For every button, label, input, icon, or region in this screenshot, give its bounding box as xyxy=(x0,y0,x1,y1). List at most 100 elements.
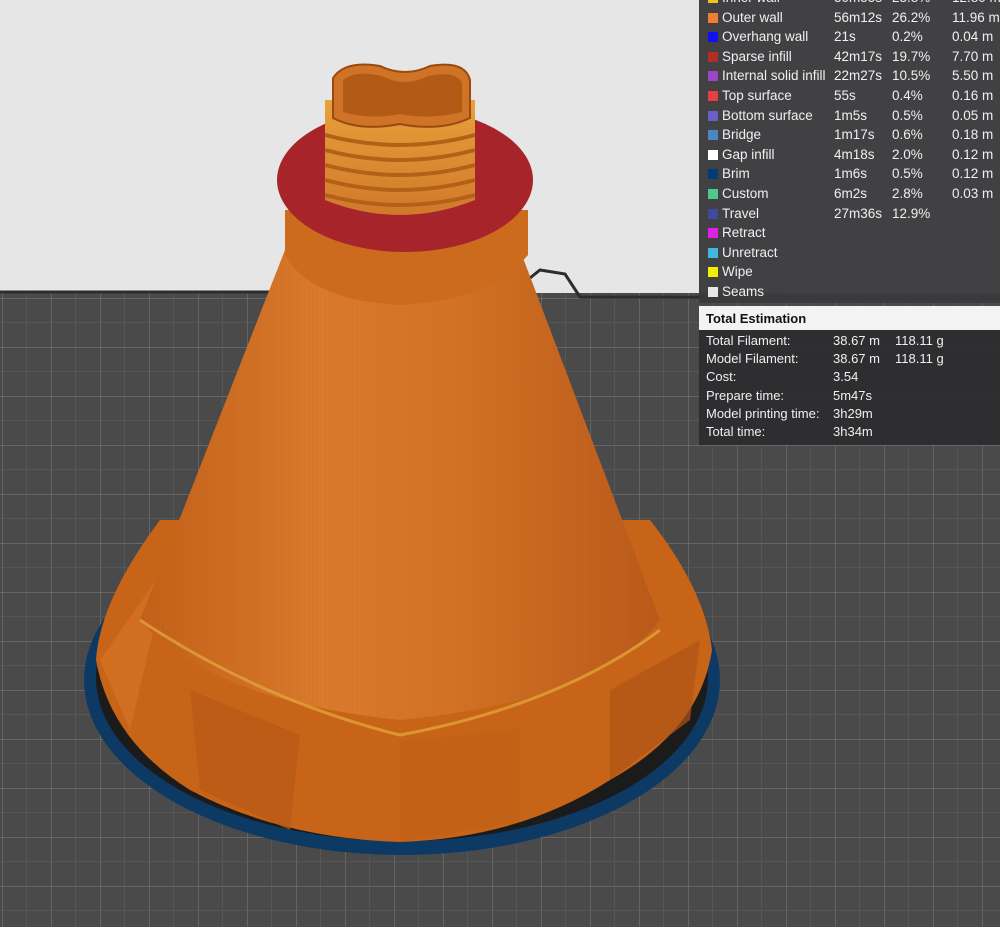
legend-percent: 2.8% xyxy=(892,186,923,201)
legend-time: 21s xyxy=(834,29,856,45)
legend-row[interactable]: Bottom surface 1m5s 0.5% 0.05 m xyxy=(699,106,1000,126)
legend-time: 42m17s xyxy=(834,48,883,64)
legend-length: 0.04 m xyxy=(952,29,994,45)
legend-swatch xyxy=(708,110,718,121)
legend-percent: 0.4% xyxy=(892,88,923,103)
estimate-label: Total time: xyxy=(706,424,766,439)
legend-row[interactable]: Sparse infill 42m17s 19.7% 7.70 m xyxy=(699,47,1000,67)
legend-name: Retract xyxy=(722,225,766,241)
estimate-value: 5m47s xyxy=(833,387,873,403)
base-facet xyxy=(400,728,520,842)
legend-row[interactable]: Travel 27m36s 12.9% xyxy=(699,204,1000,224)
legend-name: Inner wall xyxy=(722,0,780,8)
legend-swatch xyxy=(708,267,718,278)
legend-swatch xyxy=(708,12,718,23)
legend-swatch xyxy=(708,91,718,101)
legend-percent: 0.2% xyxy=(892,29,923,45)
legend-name: Travel xyxy=(722,205,760,221)
estimate-value-secondary: 118.11 g xyxy=(895,333,944,348)
legend-name: Unretract xyxy=(722,244,778,260)
legend-row[interactable]: Bridge 1m17s 0.6% 0.18 m xyxy=(699,125,1000,145)
estimate-label: Prepare time: xyxy=(706,387,785,403)
legend-name: Outer wall xyxy=(722,9,783,25)
legend-row[interactable]: Brim 1m6s 0.5% 0.12 m xyxy=(699,164,1000,184)
estimate-row: Total time: 3h34m xyxy=(699,423,1000,441)
total-estimation-panel: Total Estimation Total Filament: 38.67 m 1… xyxy=(699,306,1000,445)
estimate-value-secondary: 118.11 g xyxy=(895,351,944,367)
legend-swatch xyxy=(708,71,718,82)
legend-name: Sparse infill xyxy=(722,48,792,64)
estimate-row: Prepare time: 5m47s xyxy=(699,387,1000,405)
legend-time: 4m18s xyxy=(834,146,875,162)
legend-percent: 12.9% xyxy=(892,205,931,221)
legend-percent: 0.5% xyxy=(892,166,923,182)
legend-swatch xyxy=(708,228,718,239)
estimate-value: 3.54 xyxy=(833,369,859,385)
line-type-legend: Inner wall 50m55s 23.8% 12.80 m Outer wall 56… xyxy=(699,0,1000,303)
legend-length: 0.12 m xyxy=(952,146,994,162)
legend-swatch xyxy=(708,169,718,180)
legend-length: 11.96 m xyxy=(952,9,1000,25)
legend-row[interactable]: Outer wall 56m12s 26.2% 11.96 m xyxy=(699,8,1000,28)
legend-row[interactable]: Custom 6m2s 2.8% 0.03 m xyxy=(699,184,1000,204)
legend-time: 1m6s xyxy=(834,166,868,182)
legend-swatch xyxy=(708,0,718,3)
estimate-row: Total Filament: 38.67 m 118.11 g xyxy=(699,332,1000,350)
legend-row[interactable]: Gap infill 4m18s 2.0% 0.12 m xyxy=(699,145,1000,165)
estimate-value: 38.67 m xyxy=(833,351,880,367)
legend-row[interactable]: Wipe xyxy=(699,262,1000,282)
legend-swatch xyxy=(708,149,718,160)
estimation-title: Total Estimation xyxy=(699,306,1000,330)
legend-percent: 19.7% xyxy=(892,48,931,64)
legend-row[interactable]: Internal solid infill 22m27s 10.5% 5.50 m xyxy=(699,66,1000,86)
legend-row[interactable]: Inner wall 50m55s 23.8% 12.80 m xyxy=(699,0,1000,8)
legend-percent: 0.6% xyxy=(892,127,923,143)
estimate-value: 38.67 m xyxy=(833,333,880,348)
legend-length: 0.18 m xyxy=(952,127,994,143)
legend-percent: 10.5% xyxy=(892,68,931,84)
legend-percent: 0.5% xyxy=(892,107,923,123)
estimate-label: Total Filament: xyxy=(706,333,791,348)
legend-percent: 26.2% xyxy=(892,9,931,25)
legend-percent: 23.8% xyxy=(892,0,930,8)
legend-name: Top surface xyxy=(722,88,792,103)
legend-length: 5.50 m xyxy=(952,68,994,84)
legend-name: Internal solid infill xyxy=(722,68,826,84)
legend-name: Wipe xyxy=(722,264,753,280)
legend-row[interactable]: Unretract xyxy=(699,243,1000,263)
legend-swatch xyxy=(708,189,718,199)
estimate-value: 3h29m xyxy=(833,405,873,421)
legend-swatch xyxy=(708,130,718,141)
estimate-row: Cost: 3.54 xyxy=(699,368,1000,386)
legend-swatch xyxy=(708,32,718,43)
legend-swatch xyxy=(708,51,718,62)
legend-length: 12.80 m xyxy=(952,0,1000,8)
legend-swatch xyxy=(708,287,718,297)
legend-length: 0.05 m xyxy=(952,107,994,123)
legend-row[interactable]: Seams xyxy=(699,282,1000,302)
estimate-label: Cost: xyxy=(706,369,737,385)
legend-time: 50m55s xyxy=(834,0,882,8)
legend-time: 55s xyxy=(834,88,856,103)
legend-row[interactable]: Top surface 55s 0.4% 0.16 m xyxy=(699,86,1000,106)
legend-swatch xyxy=(708,247,718,258)
legend-name: Brim xyxy=(722,166,750,182)
legend-time: 22m27s xyxy=(834,68,883,84)
estimate-label: Model printing time: xyxy=(706,405,820,421)
estimate-value: 3h34m xyxy=(833,424,873,439)
legend-name: Gap infill xyxy=(722,146,775,162)
estimate-row: Model Filament: 38.67 m 118.11 g xyxy=(699,350,1000,368)
legend-percent: 2.0% xyxy=(892,146,923,162)
legend-row[interactable]: Overhang wall 21s 0.2% 0.04 m xyxy=(699,27,1000,47)
legend-time: 27m36s xyxy=(834,205,883,221)
legend-time: 1m5s xyxy=(834,107,868,123)
legend-time: 56m12s xyxy=(834,9,883,25)
legend-length: 7.70 m xyxy=(952,48,994,64)
legend-row[interactable]: Retract xyxy=(699,223,1000,243)
legend-swatch xyxy=(708,208,718,219)
legend-time: 6m2s xyxy=(834,186,868,201)
legend-time: 1m17s xyxy=(834,127,875,143)
legend-name: Bottom surface xyxy=(722,107,813,123)
estimate-row: Model printing time: 3h29m xyxy=(699,405,1000,423)
legend-name: Custom xyxy=(722,186,769,201)
